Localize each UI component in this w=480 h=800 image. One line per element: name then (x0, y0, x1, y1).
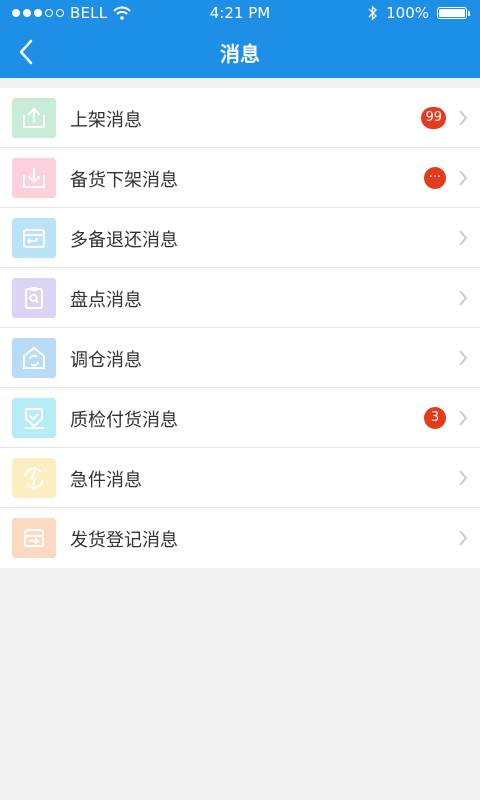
list-item-shipment-register[interactable]: 发货登记消息 (0, 508, 480, 568)
chevron-right-icon (459, 110, 468, 126)
icon-background (12, 158, 56, 198)
shelf-down-icon (23, 168, 45, 188)
chevron-right-icon (459, 530, 468, 546)
urgent-icon (24, 467, 44, 489)
warehouse-transfer-icon (23, 346, 45, 369)
header: BELL 4:21 PM 100% 消息 (0, 0, 480, 78)
list-item-label: 发货登记消息 (70, 530, 178, 551)
icon-background (12, 518, 56, 558)
status-right: 100% (368, 4, 470, 22)
icon-background (12, 218, 56, 258)
list-item-quality-check[interactable]: 质检付货消息 3 (0, 388, 480, 448)
unread-badge: 99 (421, 107, 446, 129)
icon-background (12, 98, 56, 138)
list-item-return[interactable]: 多备退还消息 (0, 208, 480, 268)
shelf-up-icon (23, 107, 45, 128)
chevron-right-icon (459, 230, 468, 246)
list-item-inventory[interactable]: 盘点消息 (0, 268, 480, 328)
return-icon (23, 229, 45, 248)
list-item-shelf-down[interactable]: 备货下架消息 ··· (0, 148, 480, 208)
list-item-label: 盘点消息 (70, 290, 142, 311)
list-item-label: 备货下架消息 (70, 170, 178, 191)
chevron-right-icon (459, 470, 468, 486)
icon-background (12, 338, 56, 378)
bluetooth-icon (368, 5, 378, 21)
status-bar: BELL 4:21 PM 100% (0, 0, 480, 26)
battery-icon (437, 7, 470, 19)
chevron-right-icon (459, 290, 468, 306)
icon-background (12, 398, 56, 438)
navbar: 消息 (0, 26, 480, 78)
quality-check-icon (24, 408, 44, 429)
chevron-right-icon (459, 170, 468, 186)
shipment-register-icon (24, 529, 44, 547)
list-item-label: 质检付货消息 (70, 410, 178, 431)
chevron-right-icon (459, 410, 468, 426)
battery-percent: 100% (386, 4, 429, 22)
message-list: 上架消息 99 备货下架消息 ··· 多备退还消息 盘点消息 调仓消息 质检付货… (0, 88, 480, 568)
inventory-icon (25, 287, 43, 309)
list-item-label: 多备退还消息 (70, 230, 178, 251)
list-item-label: 调仓消息 (70, 350, 142, 371)
icon-background (12, 458, 56, 498)
list-item-label: 急件消息 (70, 470, 142, 491)
list-item-urgent[interactable]: 急件消息 (0, 448, 480, 508)
list-item-warehouse-transfer[interactable]: 调仓消息 (0, 328, 480, 388)
chevron-right-icon (459, 350, 468, 366)
page-title: 消息 (220, 42, 260, 66)
unread-badge: 3 (424, 407, 446, 429)
list-item-shelf-up[interactable]: 上架消息 99 (0, 88, 480, 148)
unread-badge: ··· (424, 167, 446, 189)
list-item-label: 上架消息 (70, 110, 142, 131)
icon-background (12, 278, 56, 318)
